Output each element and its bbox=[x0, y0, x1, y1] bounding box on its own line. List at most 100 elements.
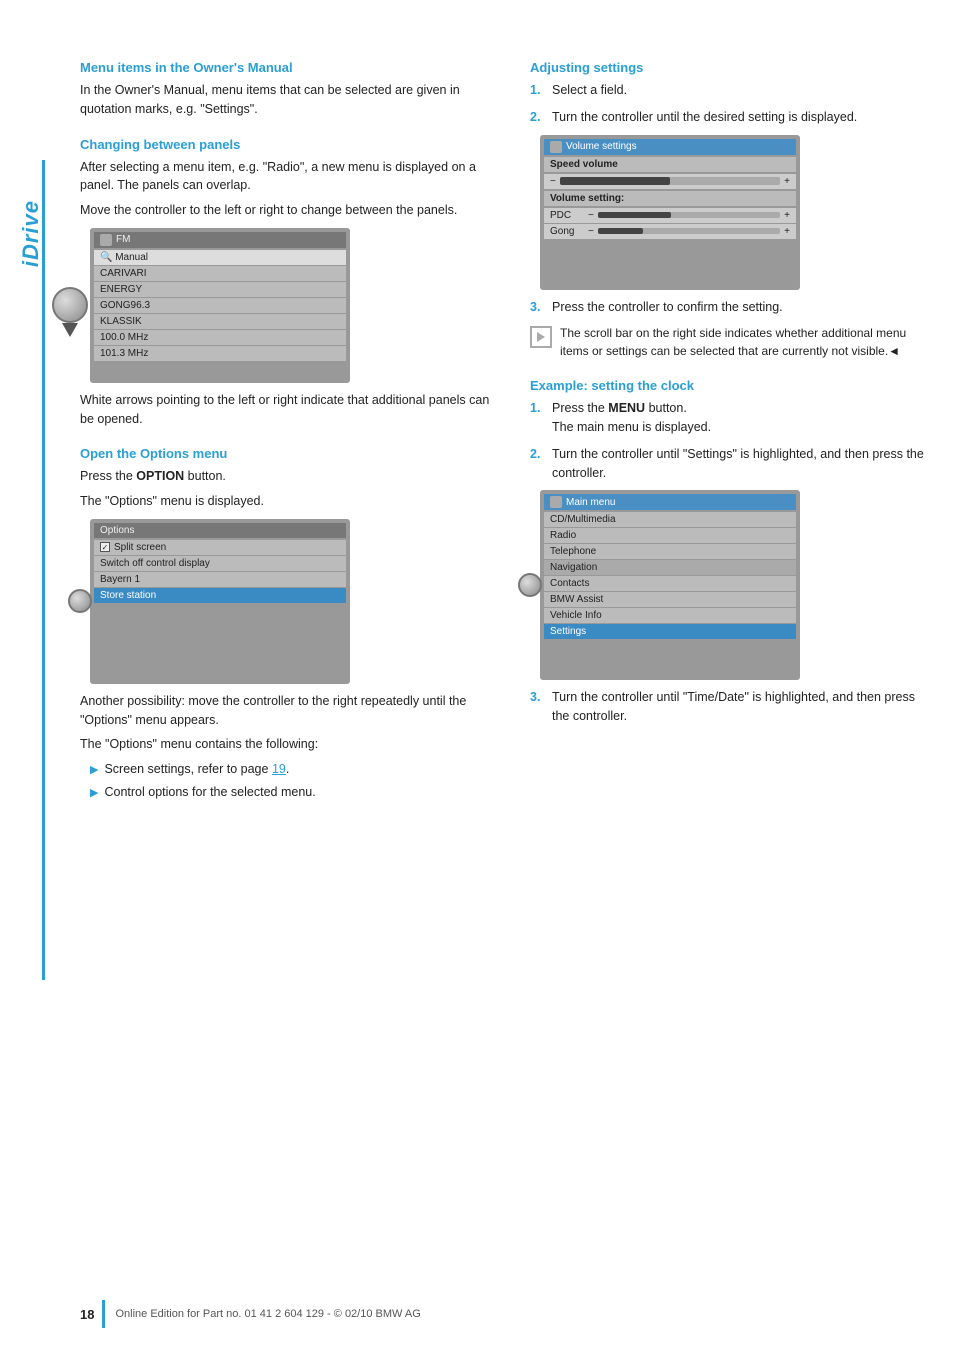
options-screen: Options ✓ Split screen Switch off contro… bbox=[90, 519, 350, 684]
scroll-note-text: The scroll bar on the right side indicat… bbox=[560, 324, 930, 360]
section-options-menu: Open the Options menu Press the OPTION b… bbox=[80, 446, 500, 801]
clock-step-text-3: Turn the controller until "Time/Date" is… bbox=[552, 688, 930, 726]
gong-row: Gong − + bbox=[544, 224, 796, 239]
menu-navigation: Navigation bbox=[544, 560, 796, 575]
pdc-row: PDC − + bbox=[544, 208, 796, 223]
clock-step-text-1: Press the MENU button.The main menu is d… bbox=[552, 399, 711, 437]
fm-screen: FM 🔍 Manual CARIVARI ENERGY GONG96.3 KLA… bbox=[90, 228, 350, 383]
fm-item-manual: 🔍 Manual bbox=[94, 250, 346, 265]
volume-inner: Volume settings Speed volume − + Volume … bbox=[540, 135, 800, 290]
main-menu-screen: Main menu CD/Multimedia Radio Telephone … bbox=[540, 490, 800, 680]
clock-step-num-1: 1. bbox=[530, 399, 544, 437]
body-panels-3: White arrows pointing to the left or rig… bbox=[80, 391, 500, 429]
menu-telephone: Telephone bbox=[544, 544, 796, 559]
heading-changing-panels: Changing between panels bbox=[80, 137, 500, 152]
gong-bar-fill bbox=[598, 228, 644, 234]
controller-dot bbox=[68, 589, 92, 613]
gong-bar-outer bbox=[598, 228, 780, 234]
heading-menu-items: Menu items in the Owner's Manual bbox=[80, 60, 500, 75]
options-switch-off: Switch off control display bbox=[94, 556, 346, 571]
main-menu-inner: Main menu CD/Multimedia Radio Telephone … bbox=[540, 490, 800, 680]
menu-contacts: Contacts bbox=[544, 576, 796, 591]
section-changing-panels: Changing between panels After selecting … bbox=[80, 137, 500, 429]
clock-step-1: 1. Press the MENU button.The main menu i… bbox=[530, 399, 930, 437]
controller-knob bbox=[52, 287, 88, 323]
fm-icon bbox=[100, 234, 112, 246]
plus-icon-pdc: + bbox=[784, 210, 790, 221]
right-column: Adjusting settings 1. Select a field. 2.… bbox=[530, 60, 930, 806]
step-text-1: Select a field. bbox=[552, 81, 627, 100]
bullet-text-1: Screen settings, refer to page 19. bbox=[104, 760, 289, 779]
adjusting-steps: 1. Select a field. 2. Turn the controlle… bbox=[530, 81, 930, 127]
footer-text: Online Edition for Part no. 01 41 2 604 … bbox=[115, 1308, 420, 1320]
link-page-19[interactable]: 19 bbox=[272, 762, 286, 776]
options-screen-wrapper: Options ✓ Split screen Switch off contro… bbox=[90, 519, 380, 684]
volume-icon bbox=[550, 141, 562, 153]
fm-label: FM bbox=[116, 234, 130, 245]
clock-step-text-2: Turn the controller until "Settings" is … bbox=[552, 445, 930, 483]
step-text-3: Press the controller to confirm the sett… bbox=[552, 298, 783, 317]
body-options-2: The "Options" menu is displayed. bbox=[80, 492, 500, 511]
menu-vehicle-info: Vehicle Info bbox=[544, 608, 796, 623]
speed-volume-bar-fill bbox=[560, 177, 670, 185]
bullet-list: ▶ Screen settings, refer to page 19. ▶ C… bbox=[90, 760, 500, 802]
heading-options-menu: Open the Options menu bbox=[80, 446, 500, 461]
scroll-icon-box bbox=[530, 326, 552, 348]
section-adjusting-settings: Adjusting settings 1. Select a field. 2.… bbox=[530, 60, 930, 360]
gong-label: Gong bbox=[550, 226, 584, 237]
fm-header: FM bbox=[94, 232, 346, 248]
plus-icon-1: + bbox=[784, 176, 790, 187]
step-num-3: 3. bbox=[530, 298, 544, 317]
volume-header: Volume settings bbox=[544, 139, 796, 155]
menu-settings: Settings bbox=[544, 624, 796, 639]
adjust-step-1: 1. Select a field. bbox=[530, 81, 930, 100]
option-bold: OPTION bbox=[136, 469, 184, 483]
scroll-arrow-icon bbox=[535, 330, 547, 344]
footer-bar bbox=[102, 1300, 105, 1328]
body-options-3: Another possibility: move the controller… bbox=[80, 692, 500, 730]
fm-item-klassik: KLASSIK bbox=[94, 314, 346, 329]
down-arrow-icon bbox=[62, 323, 78, 337]
body-options-4: The "Options" menu contains the followin… bbox=[80, 735, 500, 754]
pdc-label: PDC bbox=[550, 210, 584, 221]
fm-screen-wrapper: FM 🔍 Manual CARIVARI ENERGY GONG96.3 KLA… bbox=[90, 228, 390, 383]
step-num-1: 1. bbox=[530, 81, 544, 100]
plus-icon-gong: + bbox=[784, 226, 790, 237]
clock-step-num-2: 2. bbox=[530, 445, 544, 483]
section-example-clock: Example: setting the clock 1. Press the … bbox=[530, 378, 930, 726]
bullet-item-screen-settings: ▶ Screen settings, refer to page 19. bbox=[90, 760, 500, 779]
bullet-arrow-1: ▶ bbox=[90, 762, 98, 779]
options-header: Options bbox=[94, 523, 346, 538]
main-menu-wrapper: Main menu CD/Multimedia Radio Telephone … bbox=[540, 490, 820, 680]
fm-item-100: 100.0 MHz bbox=[94, 330, 346, 345]
check-split: ✓ bbox=[100, 542, 110, 552]
controller-knob-area bbox=[52, 287, 88, 323]
clock-step-2: 2. Turn the controller until "Settings" … bbox=[530, 445, 930, 483]
fm-item-carivari: CARIVARI bbox=[94, 266, 346, 281]
options-split-screen: ✓ Split screen bbox=[94, 540, 346, 555]
main-content: Menu items in the Owner's Manual In the … bbox=[80, 60, 930, 806]
body-menu-items: In the Owner's Manual, menu items that c… bbox=[80, 81, 500, 119]
scroll-note: The scroll bar on the right side indicat… bbox=[530, 324, 930, 360]
fm-item-energy: ENERGY bbox=[94, 282, 346, 297]
minus-icon-gong: − bbox=[588, 226, 594, 237]
bullet-item-control-options: ▶ Control options for the selected menu. bbox=[90, 783, 500, 802]
menu-radio: Radio bbox=[544, 528, 796, 543]
menu-bold: MENU bbox=[608, 401, 645, 415]
sidebar-label: iDrive bbox=[18, 200, 44, 267]
bullet-text-2: Control options for the selected menu. bbox=[104, 783, 315, 802]
volume-setting-label: Volume setting: bbox=[544, 191, 796, 206]
heading-adjusting-settings: Adjusting settings bbox=[530, 60, 930, 75]
page-container: iDrive Menu items in the Owner's Manual … bbox=[0, 0, 960, 1358]
heading-example-clock: Example: setting the clock bbox=[530, 378, 930, 393]
menu-controller-dot bbox=[518, 573, 542, 597]
main-menu-header: Main menu bbox=[544, 494, 796, 510]
left-bar-accent bbox=[42, 160, 45, 980]
pdc-bar-fill bbox=[598, 212, 671, 218]
speed-volume-bar-row: − + bbox=[544, 174, 796, 189]
adjust-step-3: 3. Press the controller to confirm the s… bbox=[530, 298, 930, 317]
speed-volume-bar-outer bbox=[560, 177, 780, 185]
adjust-step-2: 2. Turn the controller until the desired… bbox=[530, 108, 930, 127]
fm-item-101: 101.3 MHz bbox=[94, 346, 346, 361]
bullet-arrow-2: ▶ bbox=[90, 785, 98, 802]
